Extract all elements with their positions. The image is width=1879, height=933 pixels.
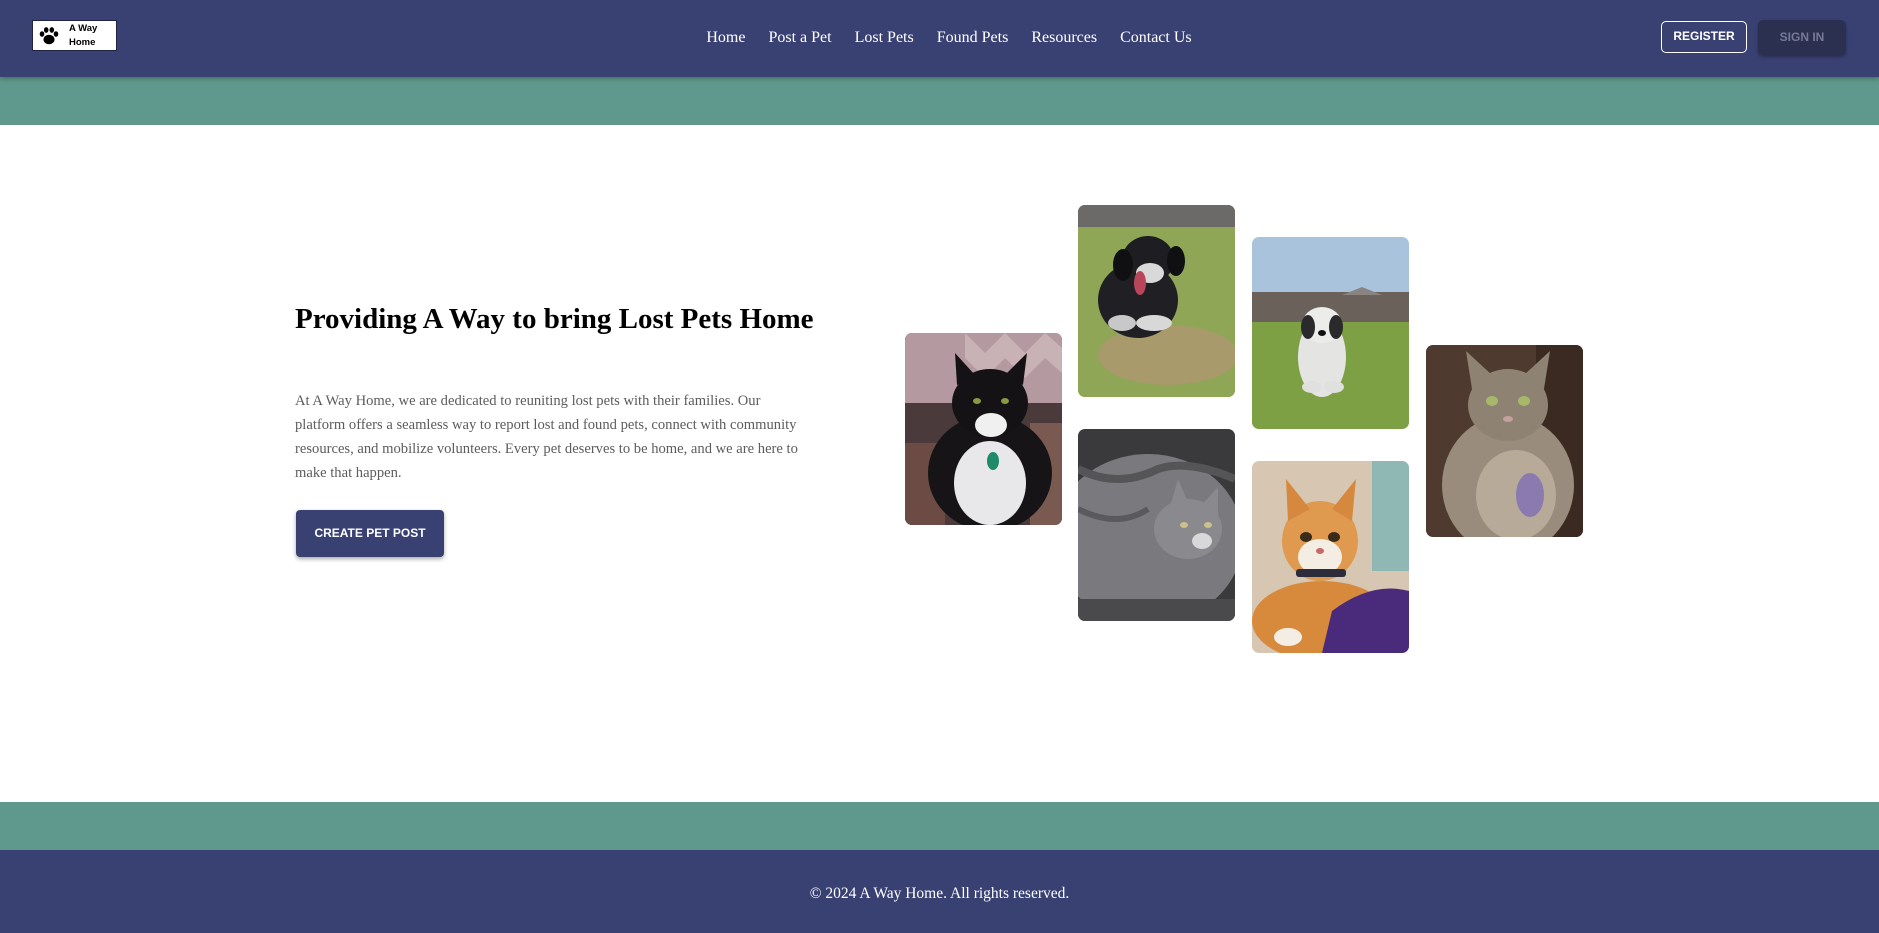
gray-cat-photo-image	[1426, 345, 1583, 537]
register-button[interactable]: REGISTER	[1661, 21, 1747, 53]
photo-orange-and-white-cat	[1252, 461, 1409, 653]
create-pet-post-button[interactable]: CREATE PET POST	[296, 510, 444, 557]
nav-home[interactable]: Home	[706, 28, 745, 48]
photo-gray-tabby-cat	[1078, 429, 1235, 621]
footer-copyright: © 2024 A Way Home. All rights reserved.	[809, 885, 1070, 902]
fluffy-dog-photo-image	[1252, 237, 1409, 429]
photo-black-and-white-dog	[1078, 205, 1235, 397]
hero-title: Providing A Way to bring Lost Pets Home	[295, 303, 814, 335]
sign-in-button[interactable]: SIGN IN	[1758, 20, 1846, 55]
bottom-accent-band	[0, 802, 1879, 850]
hero-description: At A Way Home, we are dedicated to reuni…	[295, 393, 798, 481]
page: A Way Home Home Post a Pet Lost Pets Fou…	[0, 0, 1879, 933]
site-footer: © 2024 A Way Home. All rights reserved.	[0, 850, 1879, 933]
main-nav: Home Post a Pet Lost Pets Found Pets Res…	[0, 28, 1879, 48]
photo-fluffy-white-dog	[1252, 237, 1409, 429]
orange-cat-photo-image	[1252, 461, 1409, 653]
nav-found-pets[interactable]: Found Pets	[937, 28, 1009, 48]
photo-black-and-white-cat	[905, 333, 1062, 525]
nav-post-a-pet[interactable]: Post a Pet	[768, 28, 831, 48]
nav-lost-pets[interactable]: Lost Pets	[855, 28, 914, 48]
nav-resources[interactable]: Resources	[1031, 28, 1097, 48]
dog-photo-image	[1078, 205, 1235, 397]
tabby-cat-photo-image	[1078, 429, 1235, 621]
top-accent-band	[0, 77, 1879, 125]
cat-photo-image	[905, 333, 1062, 525]
site-header: A Way Home Home Post a Pet Lost Pets Fou…	[0, 0, 1879, 77]
photo-long-haired-gray-cat	[1426, 345, 1583, 537]
nav-contact-us[interactable]: Contact Us	[1120, 28, 1192, 48]
